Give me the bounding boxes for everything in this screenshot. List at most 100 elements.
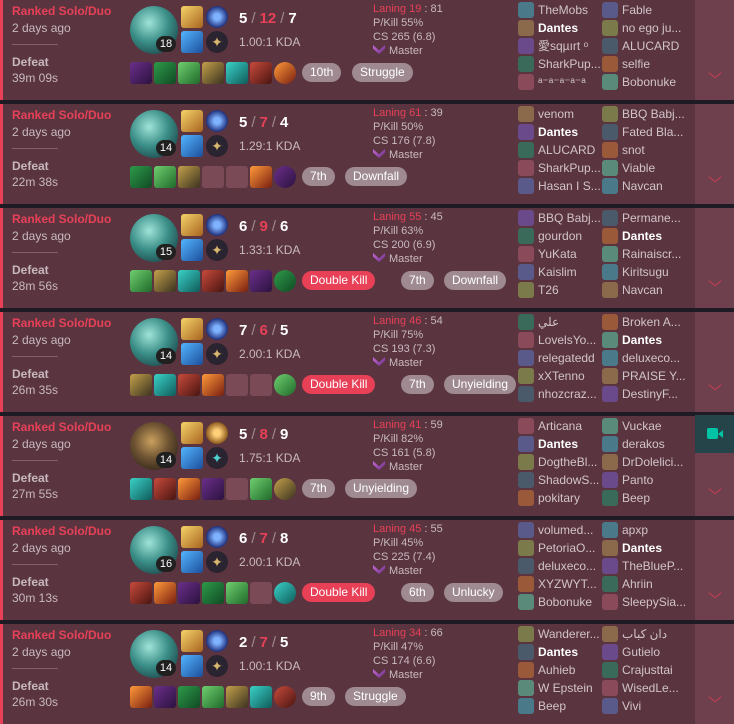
player-name[interactable]: Crajusttai <box>622 662 686 678</box>
summoner-spell-icon[interactable] <box>181 214 203 236</box>
item-icon[interactable] <box>154 686 176 708</box>
summoner-spell-icon[interactable] <box>181 343 203 365</box>
chevron-down-icon[interactable]: ⌵ <box>703 584 726 602</box>
item-icon[interactable] <box>250 166 272 188</box>
player-name[interactable]: Dantes <box>538 436 602 452</box>
item-icon[interactable] <box>130 270 152 292</box>
player-name[interactable]: xXTenno <box>538 368 602 384</box>
item-icon[interactable] <box>154 478 176 500</box>
secondary-rune-icon[interactable]: ✦ <box>206 239 228 261</box>
match-card[interactable]: Ranked Solo/Duo 2 days ago Defeat 26m 30s 14… <box>0 624 734 724</box>
player-name[interactable]: SleepySia... <box>622 594 686 610</box>
item-icon[interactable] <box>178 270 200 292</box>
player-name[interactable]: Beep <box>538 698 602 714</box>
player-name[interactable]: BBQ Babj... <box>538 210 602 226</box>
player-name[interactable]: دان كباب <box>622 626 686 642</box>
item-icon[interactable] <box>250 270 272 292</box>
player-name[interactable]: Rainaiscr... <box>622 246 686 262</box>
trinket-icon[interactable] <box>274 166 296 188</box>
item-icon[interactable] <box>178 686 200 708</box>
item-icon[interactable] <box>178 166 200 188</box>
player-name[interactable]: ALUCARD <box>622 38 686 54</box>
match-card[interactable]: Ranked Solo/Duo 2 days ago Defeat 26m 35s 14… <box>0 312 734 412</box>
item-icon[interactable] <box>130 478 152 500</box>
player-name[interactable]: Dantes <box>538 20 602 36</box>
item-icon[interactable] <box>202 686 224 708</box>
chevron-down-icon[interactable]: ⌵ <box>703 376 726 394</box>
player-name[interactable]: ᵃ⁻ᵃ⁻ᵃ⁻ᵃ⁻ᵃ <box>538 74 602 90</box>
player-name[interactable]: Wanderer... <box>538 626 602 642</box>
summoner-spell-icon[interactable] <box>181 110 203 132</box>
chevron-down-icon[interactable]: ⌵ <box>703 272 726 290</box>
summoner-spell-icon[interactable] <box>181 630 203 652</box>
item-icon[interactable] <box>154 582 176 604</box>
trinket-icon[interactable] <box>274 686 296 708</box>
summoner-spell-icon[interactable] <box>181 239 203 261</box>
item-icon[interactable] <box>250 62 272 84</box>
expand-panel[interactable] <box>695 208 734 308</box>
player-name[interactable]: pokitary <box>538 490 602 506</box>
match-card[interactable]: Ranked Solo/Duo 2 days ago Defeat 28m 56s 15… <box>0 208 734 308</box>
item-icon[interactable] <box>154 374 176 396</box>
item-icon[interactable] <box>226 270 248 292</box>
player-name[interactable]: Navcan <box>622 282 686 298</box>
trinket-icon[interactable] <box>274 374 296 396</box>
player-name[interactable]: علي <box>538 314 602 330</box>
chevron-down-icon[interactable]: ⌵ <box>703 64 726 82</box>
item-icon[interactable] <box>202 62 224 84</box>
player-name[interactable]: ShadowS... <box>538 472 602 488</box>
player-name[interactable]: TheBlueP... <box>622 558 686 574</box>
expand-panel[interactable] <box>695 520 734 620</box>
keystone-rune-icon[interactable] <box>206 630 228 652</box>
item-icon[interactable] <box>130 166 152 188</box>
keystone-rune-icon[interactable] <box>206 214 228 236</box>
expand-panel[interactable] <box>695 312 734 412</box>
chevron-down-icon[interactable]: ⌵ <box>703 480 726 498</box>
item-icon[interactable] <box>226 62 248 84</box>
match-card[interactable]: Ranked Solo/Duo 2 days ago Defeat 30m 13s 16… <box>0 520 734 620</box>
secondary-rune-icon[interactable]: ✦ <box>206 343 228 365</box>
trinket-icon[interactable] <box>274 270 296 292</box>
player-name[interactable]: Dantes <box>538 124 602 140</box>
player-name[interactable]: Kiritsugu <box>622 264 686 280</box>
expand-panel[interactable] <box>695 0 734 100</box>
match-card[interactable]: Ranked Solo/Duo 2 days ago Defeat 27m 55s 14… <box>0 416 734 516</box>
item-icon[interactable] <box>250 478 272 500</box>
item-icon[interactable] <box>154 166 176 188</box>
trinket-icon[interactable] <box>274 62 296 84</box>
player-name[interactable]: Fated Bla... <box>622 124 686 140</box>
summoner-spell-icon[interactable] <box>181 551 203 573</box>
chevron-down-icon[interactable]: ⌵ <box>703 688 726 706</box>
player-name[interactable]: snot <box>622 142 686 158</box>
player-name[interactable]: selfie <box>622 56 686 72</box>
expand-panel[interactable] <box>695 104 734 204</box>
secondary-rune-icon[interactable]: ✦ <box>206 135 228 157</box>
item-icon[interactable] <box>202 270 224 292</box>
record-replay-button[interactable] <box>695 415 734 453</box>
player-name[interactable]: Gutielo <box>622 644 686 660</box>
item-icon[interactable] <box>178 374 200 396</box>
player-name[interactable]: no ego ju... <box>622 20 686 36</box>
keystone-rune-icon[interactable] <box>206 6 228 28</box>
player-name[interactable]: Vuckae <box>622 418 686 434</box>
player-name[interactable]: PetoriaO... <box>538 540 602 556</box>
item-icon[interactable] <box>178 62 200 84</box>
trinket-icon[interactable] <box>274 582 296 604</box>
item-icon[interactable] <box>202 478 224 500</box>
player-name[interactable]: Bobonuke <box>622 74 686 90</box>
player-name[interactable]: venom <box>538 106 602 122</box>
player-name[interactable]: Dantes <box>538 644 602 660</box>
chevron-down-icon[interactable]: ⌵ <box>703 168 726 186</box>
item-icon[interactable] <box>154 270 176 292</box>
item-icon[interactable] <box>130 374 152 396</box>
player-name[interactable]: LovelsYo... <box>538 332 602 348</box>
secondary-rune-icon[interactable]: ✦ <box>206 551 228 573</box>
item-icon[interactable] <box>178 582 200 604</box>
player-name[interactable]: SharkPup... <box>538 160 602 176</box>
player-name[interactable]: Viable <box>622 160 686 176</box>
player-name[interactable]: DestinyF... <box>622 386 686 402</box>
item-icon[interactable] <box>178 478 200 500</box>
item-icon[interactable] <box>202 582 224 604</box>
player-name[interactable]: 愛sqµırt ᵒ <box>538 38 602 54</box>
player-name[interactable]: DogtheBl... <box>538 454 602 470</box>
